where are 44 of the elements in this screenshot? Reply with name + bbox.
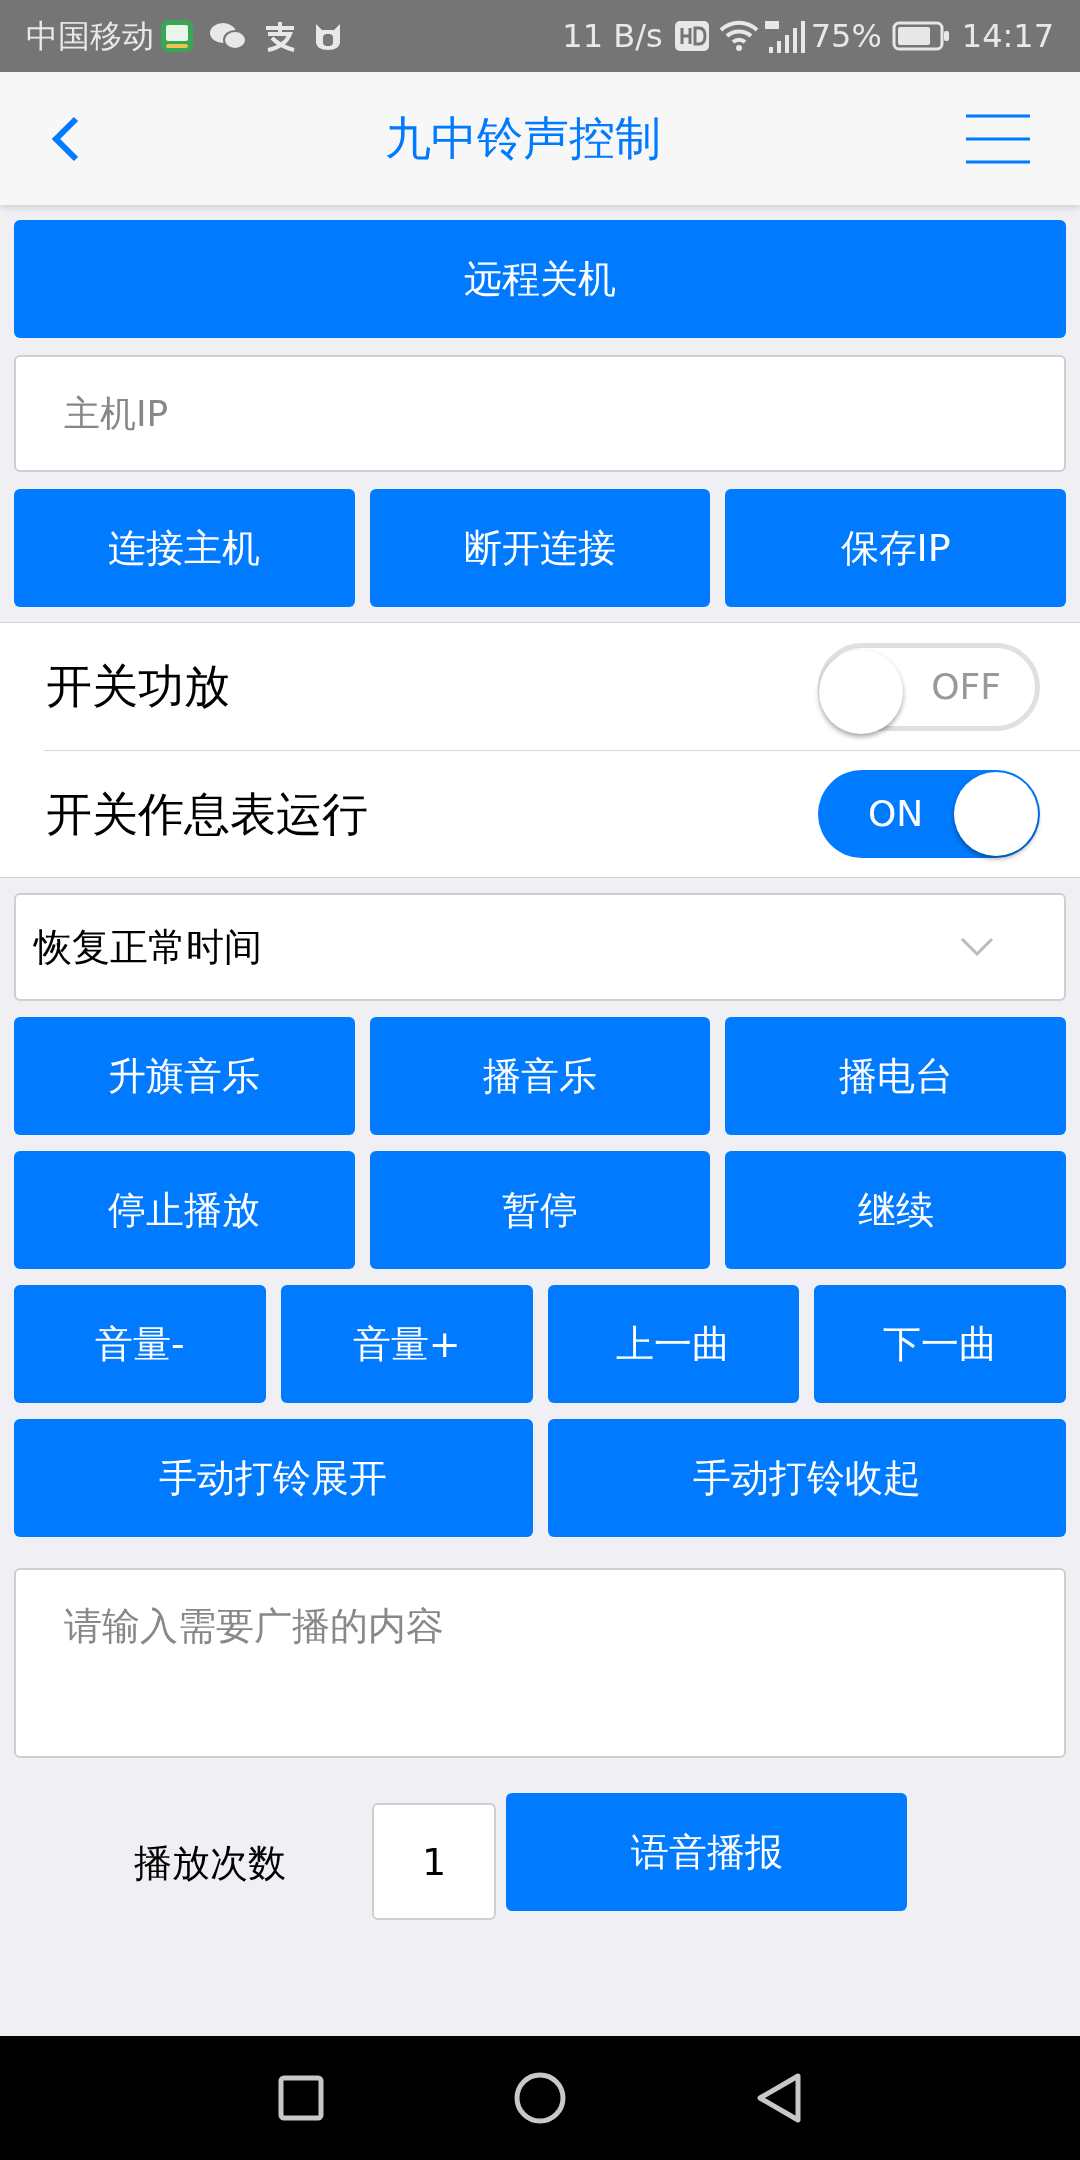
action-button[interactable]: 音量+	[280, 1285, 533, 1403]
action-button[interactable]: 音量-	[14, 1285, 266, 1403]
app-icon	[160, 19, 194, 53]
action-button[interactable]: 断开连接	[369, 489, 711, 607]
ip-input-field[interactable]: 主机IP	[14, 355, 1066, 472]
action-button[interactable]: 升旗音乐	[14, 1017, 355, 1135]
battery-icon	[891, 21, 950, 51]
chevron-down-icon	[960, 937, 994, 957]
action-button[interactable]: 暂停	[369, 1151, 711, 1269]
speak-button[interactable]: 语音播报	[506, 1793, 907, 1911]
action-button[interactable]: 播电台	[725, 1017, 1066, 1135]
toggle-state-label: ON	[868, 792, 924, 836]
play-count-label: 播放次数	[134, 1840, 287, 1887]
action-button[interactable]: 继续	[725, 1151, 1066, 1269]
menu-icon[interactable]	[966, 113, 1030, 164]
chat-bubbles-icon	[208, 21, 248, 51]
action-button[interactable]: 连接主机	[14, 489, 355, 607]
action-button[interactable]: 下一曲	[814, 1285, 1066, 1403]
back-icon[interactable]	[756, 2072, 802, 2124]
wifi-icon	[718, 20, 759, 52]
action-button[interactable]: 上一曲	[547, 1285, 800, 1403]
hd-icon	[674, 21, 709, 51]
dropdown-value: 恢复正常时间	[34, 923, 262, 971]
broadcast-text-field[interactable]: 请输入需要广播的内容	[14, 1568, 1066, 1758]
action-button[interactable]: 停止播放	[14, 1151, 355, 1269]
action-button[interactable]: 播音乐	[369, 1017, 711, 1135]
action-button[interactable]: 手动打铃收起	[547, 1419, 1066, 1537]
action-button[interactable]: 手动打铃展开	[14, 1419, 533, 1537]
battery-percent: 75%	[810, 16, 882, 57]
recent-apps-icon[interactable]	[278, 2075, 324, 2121]
play-count-field[interactable]: 1	[372, 1803, 496, 1920]
shutdown-button[interactable]: 远程关机	[14, 220, 1066, 338]
page-title: 九中铃声控制	[385, 110, 661, 167]
carrier-label: 中国移动	[26, 16, 154, 57]
clock: 14:17	[961, 16, 1054, 57]
home-icon[interactable]	[514, 2072, 566, 2124]
action-button[interactable]: 保存IP	[725, 489, 1066, 607]
schedule-dropdown[interactable]: 恢复正常时间	[14, 893, 1066, 1001]
toggle-switch[interactable]: ON	[818, 770, 1040, 858]
switch-label: 开关功放	[46, 658, 230, 715]
toggle-state-label: OFF	[931, 664, 1001, 709]
toggle-switch[interactable]: OFF	[818, 642, 1040, 731]
network-speed: 11 B/s	[562, 16, 663, 57]
switch-label: 开关作息表运行	[46, 785, 368, 843]
